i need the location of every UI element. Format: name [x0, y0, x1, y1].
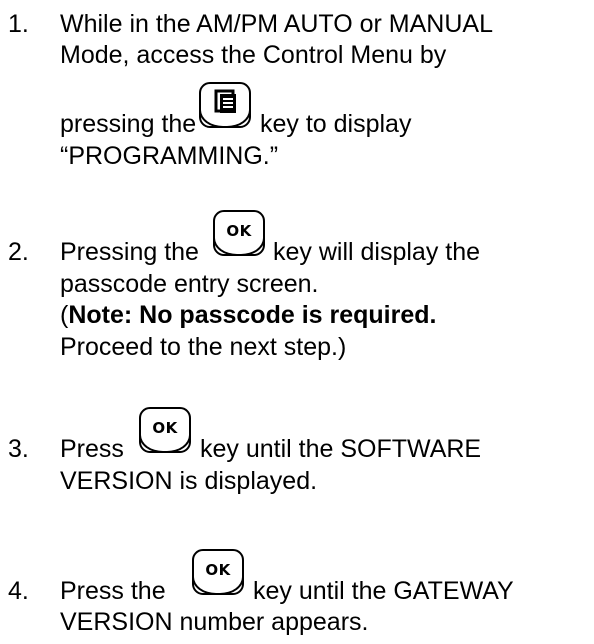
ok-key-icon: OK — [139, 407, 191, 453]
step-number: 1. — [8, 10, 29, 38]
step-text: pressing the — [60, 110, 197, 138]
step-text: “PROGRAMMING.” — [60, 142, 279, 170]
step-text: Press — [60, 435, 124, 463]
ok-key-label: OK — [152, 419, 178, 437]
step-text: Press the — [60, 577, 166, 605]
step-number: 3. — [8, 435, 29, 463]
step-text: VERSION is displayed. — [60, 467, 318, 495]
step-number: 2. — [8, 238, 29, 266]
step-text: (Note: No passcode is required. — [60, 301, 437, 329]
programming-key-icon — [199, 82, 251, 128]
step-text: key to display — [260, 110, 412, 138]
step-text: Proceed to the next step.) — [60, 333, 347, 361]
step-text: key until the GATEWAY — [253, 577, 514, 605]
ok-key-label: OK — [205, 561, 231, 579]
step-text: key until the SOFTWARE — [200, 435, 482, 463]
ok-key-icon: OK — [192, 549, 244, 595]
document-icon — [214, 89, 236, 113]
step-text: VERSION number appears. — [60, 608, 369, 636]
ok-key-icon: OK — [213, 210, 265, 256]
step-number: 4. — [8, 577, 29, 605]
step-text: While in the AM/PM AUTO or MANUAL — [60, 10, 493, 38]
step-text: passcode entry screen. — [60, 270, 319, 298]
step-text: key will display the — [273, 238, 481, 266]
ok-key-label: OK — [226, 222, 252, 240]
step-text: Pressing the — [60, 238, 199, 266]
note-bold: Note: No passcode is required. — [68, 301, 437, 329]
step-text: Mode, access the Control Menu by — [60, 41, 447, 69]
